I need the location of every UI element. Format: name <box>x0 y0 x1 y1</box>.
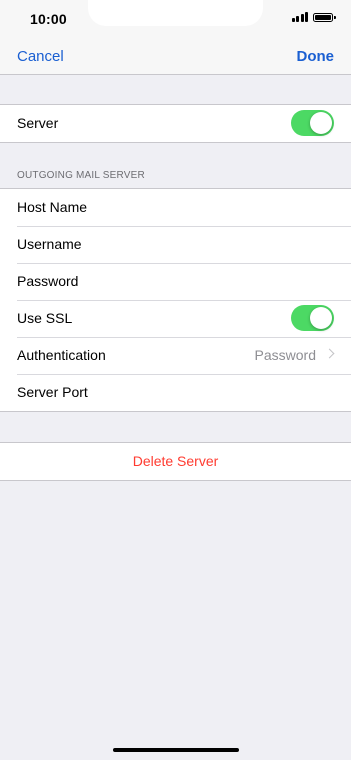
outgoing-section-header: OUTGOING MAIL SERVER <box>17 170 145 181</box>
server-label: Server <box>17 115 59 131</box>
done-button[interactable]: Done <box>297 48 335 65</box>
use-ssl-row: Use SSL <box>0 300 351 337</box>
host-name-label: Host Name <box>17 199 88 215</box>
delete-server-row[interactable]: Delete Server <box>0 443 351 480</box>
cancel-button[interactable]: Cancel <box>17 48 64 65</box>
status-bar: 10:00 <box>0 0 351 38</box>
battery-icon <box>313 12 336 22</box>
use-ssl-toggle[interactable] <box>291 305 334 331</box>
username-row[interactable]: Username <box>0 226 351 263</box>
server-group: Server <box>0 104 351 143</box>
chevron-right-icon <box>324 348 335 359</box>
server-port-row[interactable]: Server Port <box>0 374 351 411</box>
host-name-row[interactable]: Host Name <box>0 189 351 226</box>
home-indicator[interactable] <box>113 748 239 752</box>
authentication-label: Authentication <box>17 347 106 363</box>
status-time: 10:00 <box>30 11 67 27</box>
delete-server-button[interactable]: Delete Server <box>133 453 219 469</box>
toggle-knob <box>310 112 332 134</box>
password-row[interactable]: Password <box>0 263 351 300</box>
authentication-value: Password <box>254 347 316 363</box>
delete-group: Delete Server <box>0 442 351 481</box>
username-label: Username <box>17 236 82 252</box>
toggle-knob <box>310 307 332 329</box>
authentication-row[interactable]: Authentication Password <box>0 337 351 374</box>
use-ssl-label: Use SSL <box>17 310 73 326</box>
server-row: Server <box>0 105 351 142</box>
notch <box>88 0 263 26</box>
server-toggle[interactable] <box>291 110 334 136</box>
status-icons <box>291 12 336 22</box>
nav-bar: Cancel Done <box>0 38 351 75</box>
password-label: Password <box>17 273 79 289</box>
signal-icon <box>291 12 308 22</box>
server-port-label: Server Port <box>17 384 88 400</box>
outgoing-group: Host Name Username Password Use SSL Auth… <box>0 188 351 412</box>
